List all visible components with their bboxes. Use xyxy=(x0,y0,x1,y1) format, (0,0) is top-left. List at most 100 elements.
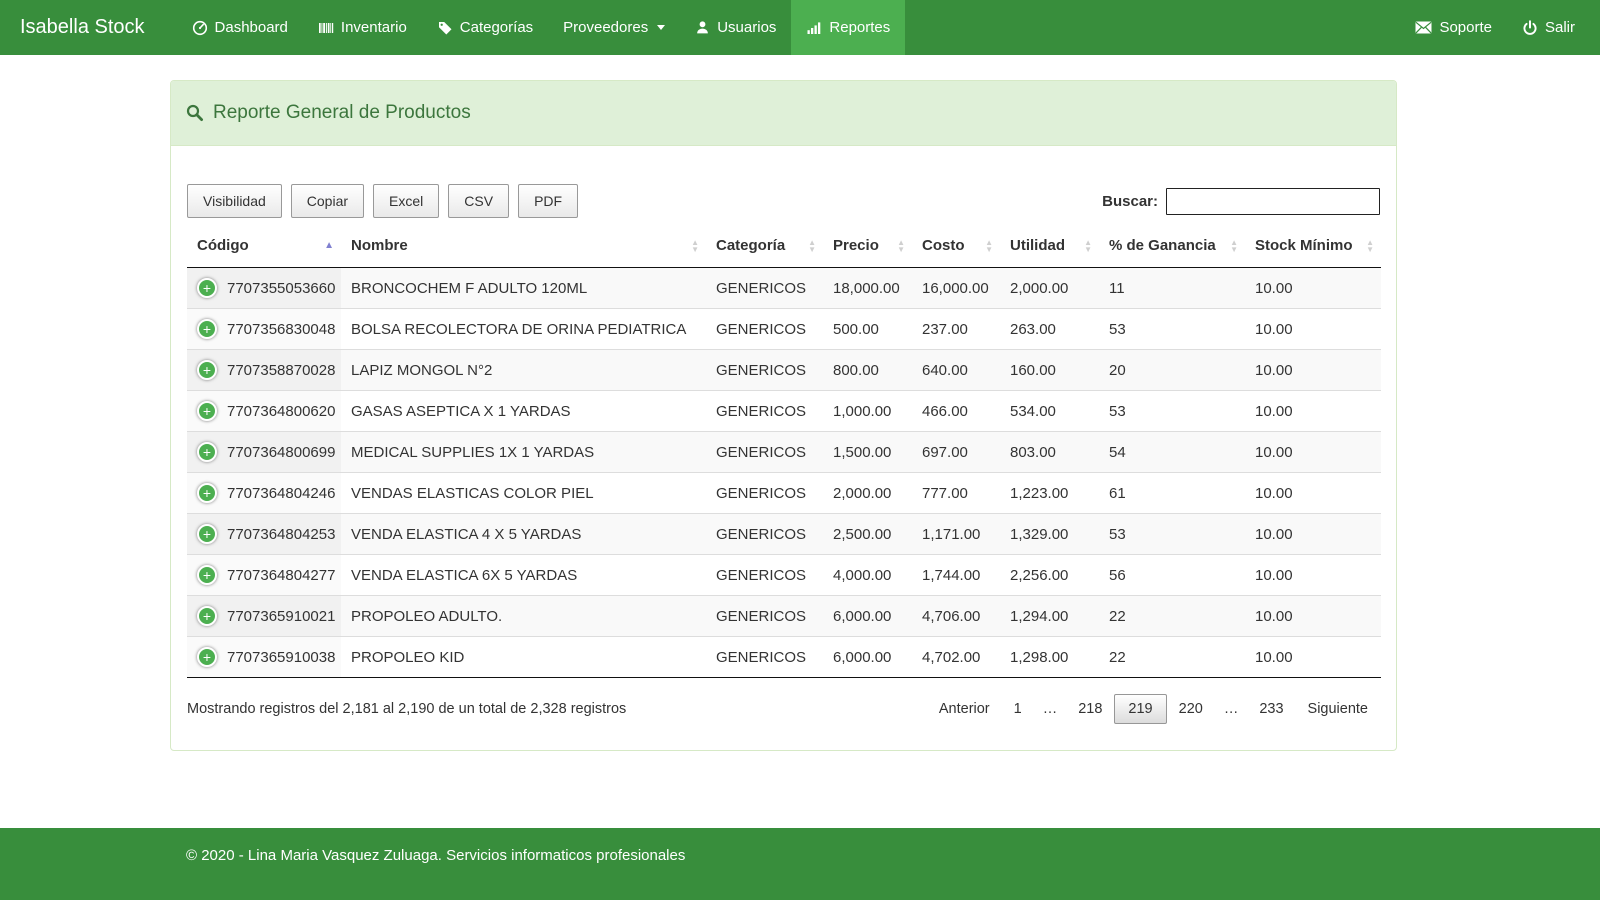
bar-chart-icon xyxy=(806,20,822,36)
navbar: Isabella Stock DashboardInventario Catego… xyxy=(0,0,1600,55)
column-header-utilidad[interactable]: Utilidad▲▼ xyxy=(1000,224,1099,268)
table-row: +7707364804246VENDAS ELASTICAS COLOR PIE… xyxy=(187,473,1381,514)
pagination-previous[interactable]: Anterior xyxy=(927,694,1002,724)
cell-costo: 4,706.00 xyxy=(912,596,1000,637)
brand[interactable]: Isabella Stock xyxy=(0,0,165,55)
search-input[interactable] xyxy=(1166,188,1380,215)
cell-categoria: GENERICOS xyxy=(706,514,823,555)
column-header-codigo[interactable]: Código ▲ xyxy=(187,224,341,268)
excel-button[interactable]: Excel xyxy=(373,184,439,218)
cell-ganancia: 61 xyxy=(1099,473,1245,514)
nav-item-label: Categorías xyxy=(460,19,533,36)
pdf-button[interactable]: PDF xyxy=(518,184,578,218)
expand-row-button[interactable]: + xyxy=(197,278,217,298)
nav-item-inventario[interactable]: Inventario xyxy=(303,0,422,55)
expand-row-button[interactable]: + xyxy=(197,319,217,339)
report-panel: Reporte General de Productos Visibilidad… xyxy=(170,80,1397,751)
panel-heading: Reporte General de Productos xyxy=(171,81,1396,146)
table-row: +7707364800620GASAS ASEPTICA X 1 YARDASG… xyxy=(187,391,1381,432)
export-buttons: Visibilidad Copiar Excel CSV PDF xyxy=(187,184,587,218)
cell-stock_minimo: 10.00 xyxy=(1245,309,1381,350)
nav-item-reportes[interactable]: Reportes xyxy=(791,0,905,55)
codigo-value: 7707364804246 xyxy=(227,485,335,502)
pagination-page-233[interactable]: 233 xyxy=(1247,694,1295,724)
pagination-next[interactable]: Siguiente xyxy=(1296,694,1380,724)
expand-row-button[interactable]: + xyxy=(197,401,217,421)
column-header-costo[interactable]: Costo▲▼ xyxy=(912,224,1000,268)
nav-item-proveedores[interactable]: Proveedores xyxy=(548,0,680,55)
cell-codigo: +7707365910021 xyxy=(187,596,341,637)
cell-utilidad: 2,256.00 xyxy=(1000,555,1099,596)
column-label: Código xyxy=(197,237,249,254)
nav-item-dashboard[interactable]: Dashboard xyxy=(177,0,303,55)
cell-precio: 500.00 xyxy=(823,309,912,350)
table-row: +7707356830048BOLSA RECOLECTORA DE ORINA… xyxy=(187,309,1381,350)
cell-precio: 1,500.00 xyxy=(823,432,912,473)
sort-both-icon: ▲▼ xyxy=(1084,239,1092,253)
expand-row-button[interactable]: + xyxy=(197,606,217,626)
codigo-value: 7707365910038 xyxy=(227,649,335,666)
codigo-value: 7707364804277 xyxy=(227,567,335,584)
cell-stock_minimo: 10.00 xyxy=(1245,514,1381,555)
pagination-page-220[interactable]: 220 xyxy=(1167,694,1215,724)
cell-stock_minimo: 10.00 xyxy=(1245,268,1381,309)
cell-categoria: GENERICOS xyxy=(706,309,823,350)
sort-asc-icon: ▲ xyxy=(324,241,334,251)
cell-nombre: BRONCOCHEM F ADULTO 120ML xyxy=(341,268,706,309)
expand-row-button[interactable]: + xyxy=(197,565,217,585)
cell-ganancia: 11 xyxy=(1099,268,1245,309)
cell-precio: 18,000.00 xyxy=(823,268,912,309)
pagination-page-218[interactable]: 218 xyxy=(1066,694,1114,724)
cell-nombre: LAPIZ MONGOL N°2 xyxy=(341,350,706,391)
nav-item-soporte[interactable]: Soporte xyxy=(1400,0,1507,55)
column-header-precio[interactable]: Precio▲▼ xyxy=(823,224,912,268)
column-header-de-ganancia[interactable]: % de Ganancia▲▼ xyxy=(1099,224,1245,268)
page-title: Reporte General de Productos xyxy=(213,102,471,124)
table-toolbar: VisibilidadCopiarExcelCSVPDF Buscar: xyxy=(187,184,1380,218)
expand-row-button[interactable]: + xyxy=(197,483,217,503)
column-header-stock-minimo[interactable]: Stock Mínimo▲▼ xyxy=(1245,224,1381,268)
column-header-nombre[interactable]: Nombre ▲▼ xyxy=(341,224,706,268)
table-row: +7707358870028LAPIZ MONGOL N°2GENERICOS8… xyxy=(187,350,1381,391)
cell-ganancia: 20 xyxy=(1099,350,1245,391)
expand-row-button[interactable]: + xyxy=(197,360,217,380)
nav-item-categorias[interactable]: Categorías xyxy=(422,0,548,55)
cell-precio: 4,000.00 xyxy=(823,555,912,596)
cell-nombre: MEDICAL SUPPLIES 1X 1 YARDAS xyxy=(341,432,706,473)
pagination-page-1[interactable]: 1 xyxy=(1002,694,1034,724)
visibilidad-button[interactable]: Visibilidad xyxy=(187,184,282,218)
codigo-value: 7707364804253 xyxy=(227,526,335,543)
cell-utilidad: 160.00 xyxy=(1000,350,1099,391)
power-icon xyxy=(1522,20,1538,36)
csv-button[interactable]: CSV xyxy=(448,184,509,218)
sort-both-icon: ▲▼ xyxy=(897,239,905,253)
records-info: Mostrando registros del 2,181 al 2,190 d… xyxy=(187,701,626,717)
nav-item-salir[interactable]: Salir xyxy=(1507,0,1590,55)
expand-row-button[interactable]: + xyxy=(197,524,217,544)
cell-costo: 1,744.00 xyxy=(912,555,1000,596)
cell-nombre: VENDA ELASTICA 4 X 5 YARDAS xyxy=(341,514,706,555)
sort-both-icon: ▲▼ xyxy=(1366,239,1374,253)
expand-row-button[interactable]: + xyxy=(197,647,217,667)
cell-codigo: +7707358870028 xyxy=(187,350,341,391)
cell-ganancia: 53 xyxy=(1099,514,1245,555)
cell-costo: 1,171.00 xyxy=(912,514,1000,555)
nav-menu: DashboardInventario Categorías Proveedores… xyxy=(177,0,906,55)
table-row: +7707365910038PROPOLEO KIDGENERICOS6,000… xyxy=(187,637,1381,678)
column-label: Nombre xyxy=(351,237,408,254)
pagination-page-219[interactable]: 219 xyxy=(1114,694,1166,724)
sort-both-icon: ▲▼ xyxy=(691,239,699,253)
cell-ganancia: 53 xyxy=(1099,391,1245,432)
cell-costo: 640.00 xyxy=(912,350,1000,391)
copiar-button[interactable]: Copiar xyxy=(291,184,364,218)
search-icon xyxy=(186,104,204,122)
column-header-categoria[interactable]: Categoría▲▼ xyxy=(706,224,823,268)
page-footer: © 2020 - Lina Maria Vasquez Zuluaga. Ser… xyxy=(0,828,1600,900)
table-row: +7707364800699MEDICAL SUPPLIES 1X 1 YARD… xyxy=(187,432,1381,473)
nav-item-usuarios[interactable]: Usuarios xyxy=(680,0,791,55)
expand-row-button[interactable]: + xyxy=(197,442,217,462)
codigo-value: 7707356830048 xyxy=(227,321,335,338)
cell-precio: 1,000.00 xyxy=(823,391,912,432)
caret-down-icon xyxy=(657,25,665,30)
cell-ganancia: 22 xyxy=(1099,596,1245,637)
